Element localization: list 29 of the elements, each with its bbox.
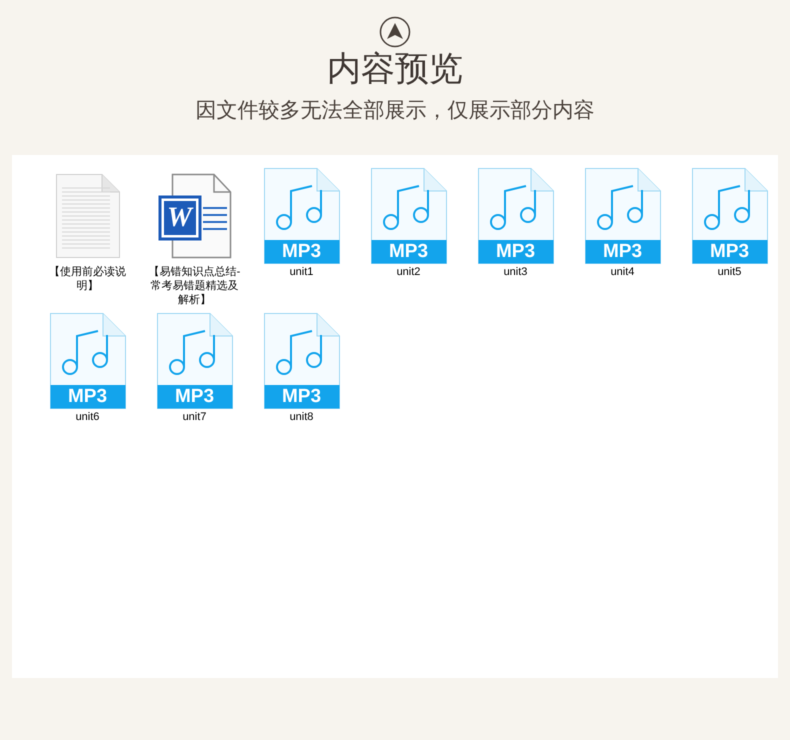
audio-file-icon[interactable] [370, 168, 446, 264]
file-type-label: MP3 [602, 240, 644, 264]
file-type-label: MP3 [280, 385, 322, 409]
audio-file-icon[interactable] [692, 168, 768, 264]
file-name: unit2 [396, 265, 422, 279]
word-logo: W [164, 201, 196, 235]
file-name: 【易错知识点总结-常考易错题精选及解析】 [148, 265, 242, 307]
file-name: unit8 [288, 410, 314, 424]
file-name: unit5 [716, 265, 742, 279]
audio-file-icon[interactable] [264, 313, 340, 409]
audio-file-icon[interactable] [156, 313, 232, 409]
file-type-label: MP3 [388, 240, 430, 264]
file-name: unit7 [182, 410, 208, 424]
file-type-label: MP3 [174, 385, 216, 409]
file-name: 【使用前必读说明】 [48, 265, 127, 293]
file-type-label: MP3 [494, 240, 536, 264]
audio-file-icon[interactable] [264, 168, 340, 264]
audio-file-icon[interactable] [584, 168, 660, 264]
audio-file-icon[interactable] [478, 168, 554, 264]
file-name: unit3 [502, 265, 528, 279]
file-type-label: MP3 [280, 240, 322, 264]
file-name: unit1 [288, 265, 314, 279]
page-subtitle: 因文件较多无法全部展示，仅展示部分内容 [196, 98, 594, 124]
page-title: 内容预览 [327, 49, 463, 89]
file-name: unit6 [74, 410, 100, 424]
file-type-label: MP3 [708, 240, 750, 264]
file-type-label: MP3 [66, 385, 108, 409]
audio-file-icon[interactable] [50, 313, 126, 409]
file-name: unit4 [610, 265, 636, 279]
